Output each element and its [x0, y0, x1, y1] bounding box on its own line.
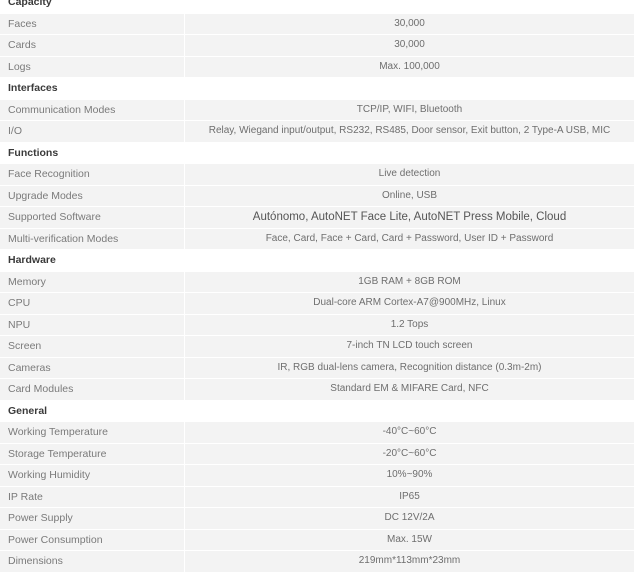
spec-label: I/O	[0, 121, 184, 142]
spec-row: Supported Software Autónomo, AutoNET Face…	[0, 207, 634, 228]
section-title-hardware: Hardware	[8, 254, 56, 266]
spec-label: IP Rate	[0, 486, 184, 507]
spec-value: 219mm*113mm*23mm	[185, 551, 634, 572]
spec-label: Power Supply	[0, 508, 184, 529]
spec-row: NPU 1.2 Tops	[0, 314, 634, 335]
section-title-capacity: Capacity	[8, 0, 52, 8]
spec-label: Supported Software	[0, 207, 184, 228]
spec-value: 7-inch TN LCD touch screen	[185, 336, 634, 357]
spec-row: I/O Relay, Wiegand input/output, RS232, R…	[0, 121, 634, 142]
spec-value: Max. 15W	[185, 529, 634, 550]
section-title-interfaces: Interfaces	[8, 82, 58, 94]
spec-value: Autónomo, AutoNET Face Lite, AutoNET Pre…	[185, 207, 634, 228]
spec-value: 30,000	[185, 13, 634, 34]
spec-row: Cameras IR, RGB dual-lens camera, Recogni…	[0, 357, 634, 378]
spec-label: CPU	[0, 293, 184, 314]
spec-label: NPU	[0, 314, 184, 335]
spec-label: Storage Temperature	[0, 443, 184, 464]
spec-value: Relay, Wiegand input/output, RS232, RS48…	[185, 121, 634, 142]
spec-value: Dual-core ARM Cortex-A7@900MHz, Linux	[185, 293, 634, 314]
spec-table: Capacity Faces 30,000 Cards 30,000 Logs Max. 1…	[0, 0, 634, 573]
section-title-general: General	[8, 404, 48, 417]
spec-row: Card Modules Standard EM & MIFARE Card, N…	[0, 379, 634, 400]
spec-row: Power Supply DC 12V/2A	[0, 508, 634, 529]
spec-label: Working Temperature	[0, 422, 184, 443]
spec-value: DC 12V/2A	[185, 508, 634, 529]
spec-value: Standard EM & MIFARE Card, NFC	[185, 379, 634, 400]
spec-label: Communication Modes	[0, 99, 184, 120]
spec-label: Multi-verification Modes	[0, 228, 184, 249]
spec-label: Upgrade Modes	[0, 185, 184, 206]
spec-value: Max. 100,000	[185, 56, 634, 77]
spec-label: Logs	[0, 56, 184, 77]
spec-label: Memory	[0, 271, 184, 292]
spec-label: Face Recognition	[0, 164, 184, 185]
section-title-functions: Functions	[8, 146, 59, 159]
spec-row: Communication Modes TCP/IP, WIFI, Bluetoo…	[0, 99, 634, 120]
spec-label: Faces	[0, 13, 184, 34]
spec-value: IR, RGB dual-lens camera, Recognition di…	[185, 357, 634, 378]
spec-row: Memory 1GB RAM + 8GB ROM	[0, 271, 634, 292]
spec-row: Face Recognition Live detection	[0, 164, 634, 185]
spec-row: IP Rate IP65	[0, 486, 634, 507]
spec-row: Multi-verification Modes Face, Card, Face…	[0, 228, 634, 249]
spec-value: 10%~90%	[185, 465, 634, 486]
spec-value: Face, Card, Face + Card, Card + Password…	[185, 228, 634, 249]
spec-label: Screen	[0, 336, 184, 357]
spec-label: Cards	[0, 35, 184, 56]
spec-value: -40°C~60°C	[185, 422, 634, 443]
spec-row: Upgrade Modes Online, USB	[0, 185, 634, 206]
spec-row: Logs Max. 100,000	[0, 56, 634, 77]
spec-row: Faces 30,000	[0, 13, 634, 34]
spec-label: Card Modules	[0, 379, 184, 400]
spec-row: CPU Dual-core ARM Cortex-A7@900MHz, Linux	[0, 293, 634, 314]
spec-row: Storage Temperature -20°C~60°C	[0, 443, 634, 464]
spec-label: Power Consumption	[0, 529, 184, 550]
spec-value: Online, USB	[185, 185, 634, 206]
spec-row: Dimensions 219mm*113mm*23mm	[0, 551, 634, 572]
spec-value: -20°C~60°C	[185, 443, 634, 464]
spec-label: Dimensions	[0, 551, 184, 572]
spec-value: 1.2 Tops	[185, 314, 634, 335]
spec-row: Screen 7-inch TN LCD touch screen	[0, 336, 634, 357]
spec-row: Working Humidity 10%~90%	[0, 465, 634, 486]
spec-label: Working Humidity	[0, 465, 184, 486]
spec-row: Working Temperature -40°C~60°C	[0, 422, 634, 443]
spec-value: 30,000	[185, 35, 634, 56]
spec-label: Cameras	[0, 357, 184, 378]
spec-row: Cards 30,000	[0, 35, 634, 56]
spec-value: IP65	[185, 486, 634, 507]
spec-value: 1GB RAM + 8GB ROM	[185, 271, 634, 292]
spec-row: Power Consumption Max. 15W	[0, 529, 634, 550]
spec-value: TCP/IP, WIFI, Bluetooth	[185, 99, 634, 120]
spec-value: Live detection	[185, 164, 634, 185]
